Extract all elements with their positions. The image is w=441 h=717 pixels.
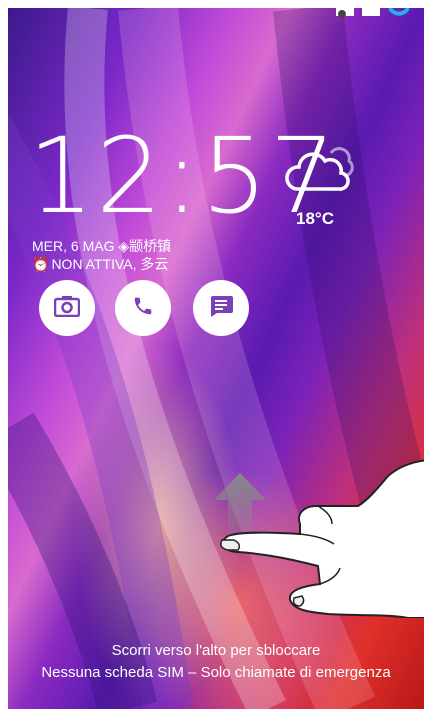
sim-status-text: Nessuna scheda SIM – Solo chiamate di em…: [41, 664, 391, 681]
message-shortcut-button[interactable]: [193, 280, 249, 336]
unlock-hint-text: Scorri verso l'alto per sbloccare: [111, 642, 321, 659]
location-text: 颛桥镇: [129, 238, 172, 254]
battery-icon: [362, 8, 380, 27]
alarm-clock-icon: ⏰: [32, 255, 50, 272]
camera-icon: [53, 295, 81, 322]
asus-logo-icon: [388, 8, 410, 27]
alarm-status-text: NON ATTIVA, 多云: [51, 256, 169, 272]
date-location-line: MER, 6 MAG ◈颛桥镇: [32, 236, 171, 256]
location-pin-icon: ◈: [118, 238, 130, 254]
phone-shortcut-button[interactable]: [115, 280, 171, 336]
alarm-weather-line: ⏰ NON ATTIVA, 多云: [32, 254, 168, 274]
hand-icon: [220, 459, 424, 619]
phone-icon: [132, 295, 154, 322]
lock-screen: 12:57 18°C MER, 6 MAG ◈颛桥镇 ⏰ NON ATTIVA,…: [8, 8, 424, 709]
swipe-up-hint: [208, 448, 424, 623]
camera-shortcut-button[interactable]: [39, 280, 95, 336]
temperature: 18°C: [296, 209, 334, 228]
date-text: MER, 6 MAG: [32, 238, 115, 254]
message-icon: [208, 294, 234, 323]
no-sim-icon: [336, 8, 354, 27]
cloud-icon: [283, 143, 359, 204]
status-bar: [336, 8, 410, 26]
